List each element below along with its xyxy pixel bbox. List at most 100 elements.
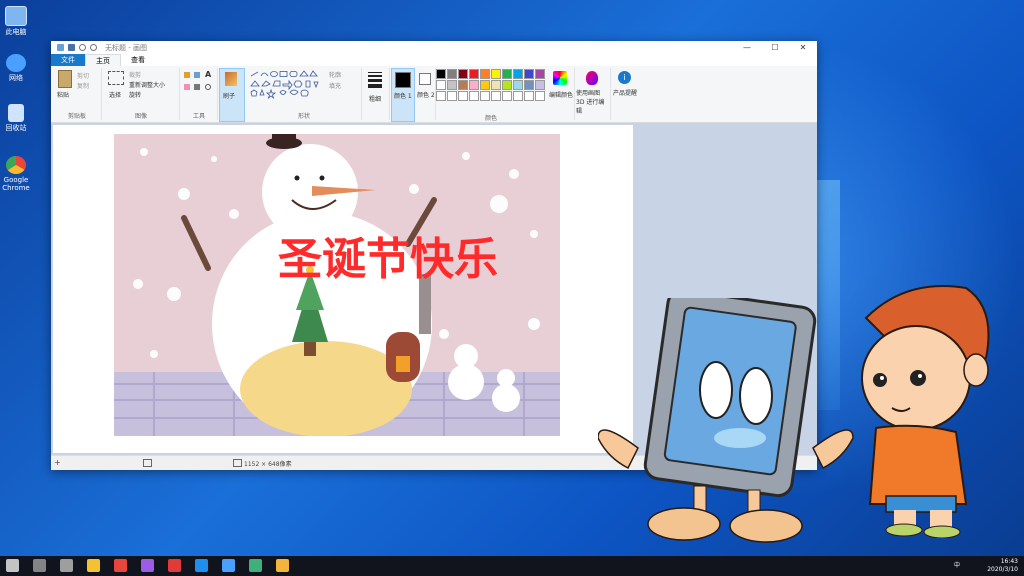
edit-colors-button[interactable]: 编辑颜色	[548, 68, 575, 120]
brush-icon	[225, 72, 237, 86]
file-explorer-icon[interactable]	[87, 559, 100, 572]
palette-swatch[interactable]	[458, 69, 468, 79]
palette-swatch[interactable]	[458, 91, 468, 101]
eraser-icon[interactable]	[184, 84, 190, 90]
close-button[interactable]: ✕	[789, 43, 817, 52]
palette-swatch[interactable]	[447, 80, 457, 90]
brushes-button[interactable]: 刷子	[219, 68, 245, 122]
shapes-gallery[interactable]	[249, 70, 321, 100]
palette-swatch[interactable]	[524, 80, 534, 90]
save-icon[interactable]	[68, 44, 75, 51]
cut-button[interactable]: 剪切	[77, 71, 89, 80]
crop-button[interactable]: 裁剪	[129, 70, 141, 79]
maximize-button[interactable]: ☐	[761, 43, 789, 52]
palette-swatch[interactable]	[491, 91, 501, 101]
text-tool[interactable]: A	[205, 70, 211, 79]
photos-icon[interactable]	[249, 559, 262, 572]
title-bar: 无标题 - 画图 — ☐ ✕	[51, 41, 817, 54]
desktop-icon-label: 回收站	[5, 124, 27, 132]
size-label: 粗细	[369, 96, 382, 103]
colors-group-label: 颜色	[484, 115, 497, 122]
tab-view[interactable]: 查看	[121, 54, 155, 66]
clipboard-group-label: 剪贴板	[67, 113, 86, 120]
palette-swatch[interactable]	[524, 91, 534, 101]
desktop-icon-recycle-bin[interactable]: 回收站	[2, 104, 30, 132]
color-palette[interactable]	[436, 69, 545, 101]
ime-indicator[interactable]: 中	[954, 562, 960, 570]
tools-group-label: 工具	[192, 113, 205, 120]
palette-swatch[interactable]	[480, 80, 490, 90]
settings-icon[interactable]	[222, 559, 235, 572]
paste-icon[interactable]	[58, 70, 72, 88]
resize-button[interactable]: 重新调整大小	[129, 80, 165, 89]
outline-button[interactable]: 轮廓	[329, 70, 341, 79]
start-icon[interactable]	[6, 559, 19, 572]
palette-swatch[interactable]	[513, 80, 523, 90]
search-icon[interactable]	[33, 559, 46, 572]
palette-swatch[interactable]	[480, 91, 490, 101]
color2-swatch	[419, 73, 431, 85]
palette-swatch[interactable]	[491, 69, 501, 79]
palette-swatch[interactable]	[447, 69, 457, 79]
redo-icon[interactable]	[90, 44, 97, 51]
network-icon	[6, 54, 26, 72]
palette-swatch[interactable]	[513, 91, 523, 101]
palette-swatch[interactable]	[436, 80, 446, 90]
undo-icon[interactable]	[79, 44, 86, 51]
edge-icon[interactable]	[195, 559, 208, 572]
fill-icon[interactable]	[194, 72, 200, 78]
palette-swatch[interactable]	[524, 69, 534, 79]
desktop-icon-label: 此电脑	[5, 28, 27, 36]
tab-file[interactable]: 文件	[51, 54, 85, 66]
color1-button[interactable]: 颜色 1	[391, 68, 415, 122]
fill-button[interactable]: 填充	[329, 81, 341, 90]
palette-swatch[interactable]	[502, 80, 512, 90]
size-button[interactable]: 粗细	[363, 68, 390, 120]
palette-swatch[interactable]	[491, 80, 501, 90]
desktop-icon-network[interactable]: 网络	[2, 54, 30, 82]
copy-button[interactable]: 复制	[77, 81, 89, 90]
line-size-icon	[368, 72, 382, 88]
rotate-button[interactable]: 旋转	[129, 90, 141, 99]
clock-date[interactable]: 2020/3/10	[987, 566, 1018, 574]
palette-swatch[interactable]	[535, 69, 545, 79]
palette-swatch[interactable]	[469, 69, 479, 79]
info-icon: i	[618, 71, 631, 84]
premiere-icon[interactable]	[141, 559, 154, 572]
product-alert-button[interactable]: i 产品提醒	[612, 68, 638, 120]
palette-swatch[interactable]	[480, 69, 490, 79]
palette-swatch[interactable]	[469, 80, 479, 90]
edit-colors-label: 编辑颜色	[549, 92, 574, 99]
magnifier-icon[interactable]	[205, 84, 211, 90]
select-button[interactable]: 选择	[109, 90, 121, 99]
pencil-icon[interactable]	[184, 72, 190, 78]
paint-app-icon	[57, 44, 64, 51]
desktop-icon-chrome[interactable]: Google Chrome	[2, 156, 30, 192]
palette-swatch[interactable]	[513, 69, 523, 79]
palette-swatch[interactable]	[436, 69, 446, 79]
palette-swatch[interactable]	[469, 91, 479, 101]
drawing-paper[interactable]: 圣诞节快乐	[53, 125, 633, 453]
minimize-button[interactable]: —	[733, 43, 761, 52]
palette-swatch[interactable]	[535, 80, 545, 90]
chrome-icon[interactable]	[114, 559, 127, 572]
clock-time[interactable]: 16:43	[987, 558, 1018, 566]
desktop-icon-this-pc[interactable]: 此电脑	[2, 6, 30, 36]
flash-icon[interactable]	[168, 559, 181, 572]
select-icon[interactable]	[108, 71, 124, 85]
paste-button[interactable]: 粘贴	[57, 90, 69, 99]
tab-home[interactable]: 主页	[85, 54, 121, 66]
palette-swatch[interactable]	[502, 91, 512, 101]
palette-swatch[interactable]	[502, 69, 512, 79]
window-title: 无标题 - 画图	[105, 43, 147, 52]
palette-swatch[interactable]	[447, 91, 457, 101]
color2-button[interactable]: 颜色 2	[415, 68, 436, 120]
paint3d-button[interactable]: 使用画图 3D 进行编辑	[576, 68, 611, 120]
color-picker-icon[interactable]	[194, 84, 200, 90]
palette-swatch[interactable]	[458, 80, 468, 90]
palette-swatch[interactable]	[436, 91, 446, 101]
task-view-icon[interactable]	[60, 559, 73, 572]
app-icon[interactable]	[276, 559, 289, 572]
palette-swatch[interactable]	[535, 91, 545, 101]
selection-size-icon	[143, 459, 152, 467]
